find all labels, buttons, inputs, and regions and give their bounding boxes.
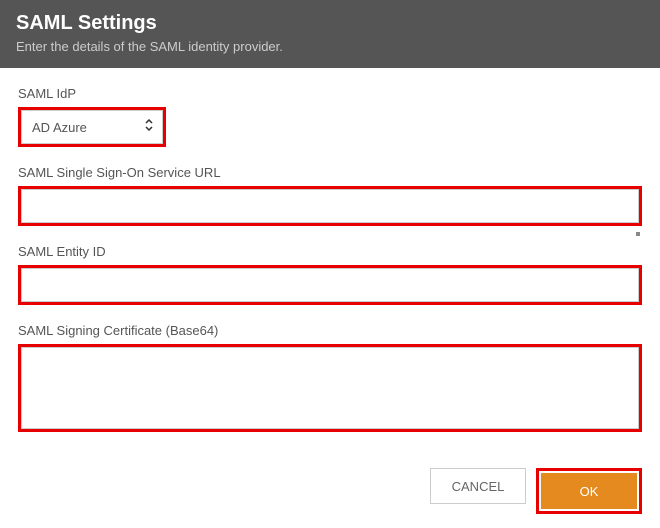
entity-id-label: SAML Entity ID [18,244,642,259]
signing-cert-label: SAML Signing Certificate (Base64) [18,323,642,338]
field-entity-id: SAML Entity ID [18,244,642,305]
field-sso-url: SAML Single Sign-On Service URL [18,165,642,226]
sso-url-input[interactable] [21,189,639,223]
entity-id-input[interactable] [21,268,639,302]
signing-cert-highlight [18,344,642,432]
ok-button[interactable]: OK [541,473,637,509]
dialog-header: SAML Settings Enter the details of the S… [0,0,660,68]
saml-idp-select[interactable]: AD Azure [21,110,163,144]
cancel-button[interactable]: CANCEL [430,468,526,504]
dialog-body: SAML IdP AD Azure SAML Single Sign-On Se… [0,68,660,460]
sso-url-label: SAML Single Sign-On Service URL [18,165,642,180]
sso-url-highlight [18,186,642,226]
signing-cert-textarea[interactable] [21,347,639,429]
entity-id-highlight [18,265,642,305]
field-saml-idp: SAML IdP AD Azure [18,86,642,147]
saml-idp-highlight: AD Azure [18,107,166,147]
saml-idp-label: SAML IdP [18,86,642,101]
ok-button-highlight: OK [536,468,642,514]
field-signing-cert: SAML Signing Certificate (Base64) [18,323,642,432]
dialog-footer: CANCEL OK [0,460,660,528]
dialog-title: SAML Settings [16,12,644,35]
dialog-subtitle: Enter the details of the SAML identity p… [16,39,644,54]
resize-indicator-icon [636,232,640,236]
